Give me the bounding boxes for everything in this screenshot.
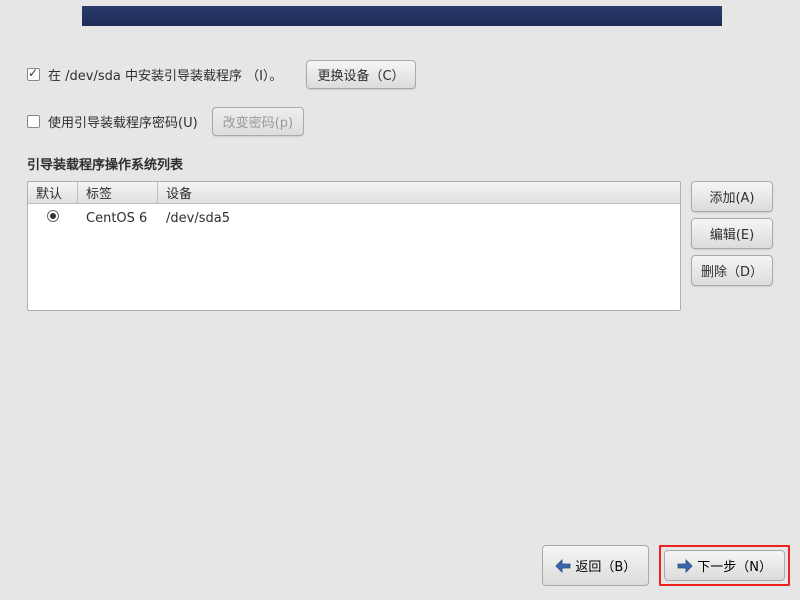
add-button[interactable]: 添加(A): [691, 181, 773, 212]
row-label-cell: CentOS 6: [78, 209, 158, 228]
os-table: 默认 标签 设备 CentOS 6 /dev/sda5: [27, 181, 681, 311]
next-button-label: 下一步（N）: [697, 556, 772, 575]
edit-button[interactable]: 编辑(E): [691, 218, 773, 249]
os-list-area: 默认 标签 设备 CentOS 6 /dev/sda5 添加(A) 编辑(E) …: [27, 181, 773, 311]
install-bootloader-checkbox[interactable]: [27, 68, 40, 81]
row-device-cell: /dev/sda5: [158, 209, 680, 228]
arrow-left-icon: [555, 559, 571, 573]
change-device-button[interactable]: 更换设备（C）: [306, 60, 415, 89]
main-content: 在 /dev/sda 中安装引导装载程序 （I）。 更换设备（C） 使用引导装载…: [27, 60, 773, 311]
col-device[interactable]: 设备: [158, 181, 680, 204]
side-buttons: 添加(A) 编辑(E) 删除（D）: [691, 181, 773, 311]
change-password-button: 改变密码(p): [212, 107, 304, 136]
bootloader-password-label: 使用引导装载程序密码(U): [48, 112, 198, 131]
os-table-header: 默认 标签 设备: [28, 182, 680, 204]
next-button-highlight: 下一步（N）: [659, 545, 790, 586]
os-list-title: 引导装载程序操作系统列表: [27, 154, 773, 173]
table-row[interactable]: CentOS 6 /dev/sda5: [28, 204, 680, 232]
header-banner: [82, 6, 722, 26]
bootloader-password-row: 使用引导装载程序密码(U) 改变密码(p): [27, 107, 773, 136]
bootloader-password-checkbox[interactable]: [27, 115, 40, 128]
install-bootloader-row: 在 /dev/sda 中安装引导装载程序 （I）。 更换设备（C）: [27, 60, 773, 89]
back-button[interactable]: 返回（B）: [542, 545, 649, 586]
col-label[interactable]: 标签: [78, 181, 158, 204]
footer-nav: 返回（B） 下一步（N）: [542, 545, 790, 586]
col-default[interactable]: 默认: [28, 181, 78, 204]
default-radio[interactable]: [47, 210, 59, 222]
install-bootloader-label: 在 /dev/sda 中安装引导装载程序 （I）。: [48, 65, 282, 84]
arrow-right-icon: [677, 559, 693, 573]
back-button-label: 返回（B）: [575, 556, 636, 575]
delete-button[interactable]: 删除（D）: [691, 255, 773, 286]
next-button[interactable]: 下一步（N）: [664, 550, 785, 581]
row-default-cell: [28, 208, 78, 228]
